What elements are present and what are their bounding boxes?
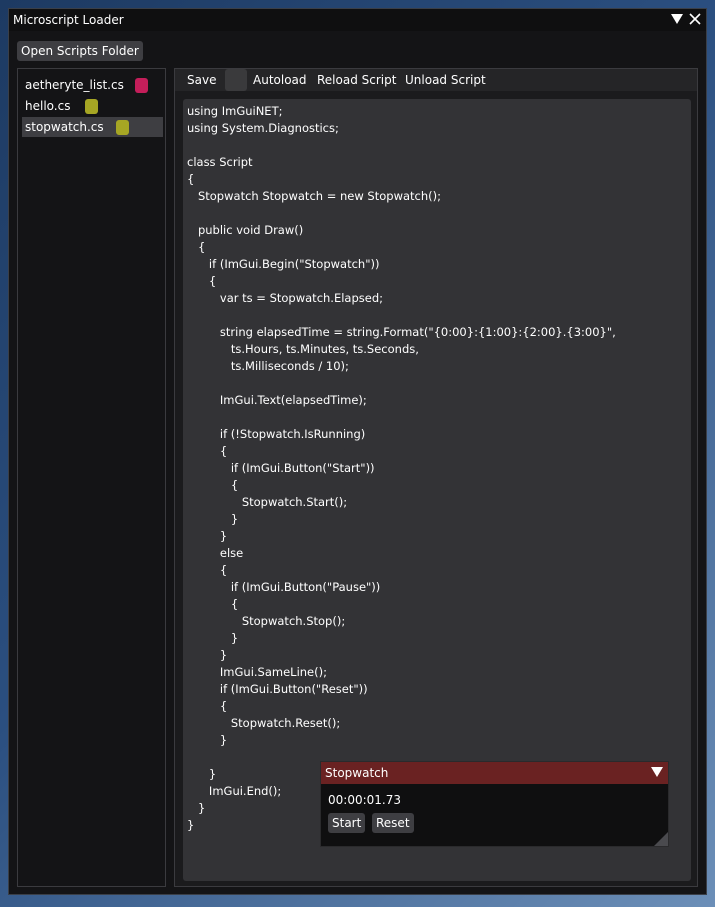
collapse-icon[interactable] (670, 12, 684, 26)
save-button[interactable]: Save (187, 73, 216, 87)
script-status-swatch[interactable] (135, 78, 148, 93)
script-name: hello.cs (25, 99, 71, 113)
collapse-icon[interactable] (650, 765, 664, 779)
scripts-list-panel: aetheryte_list.cs hello.cs stopwatch.cs (17, 68, 166, 887)
script-item-aetheryte-list[interactable]: aetheryte_list.cs (22, 75, 163, 95)
code-text[interactable]: using ImGuiNET; using System.Diagnostics… (187, 103, 616, 834)
stopwatch-title: Stopwatch (325, 766, 389, 780)
unload-script-button[interactable]: Unload Script (405, 73, 486, 87)
script-name: aetheryte_list.cs (25, 78, 124, 92)
reset-button[interactable]: Reset (372, 813, 414, 833)
resize-grip-icon[interactable] (652, 830, 668, 846)
script-item-hello[interactable]: hello.cs (22, 96, 163, 116)
stopwatch-titlebar[interactable]: Stopwatch (321, 762, 668, 784)
start-button[interactable]: Start (328, 813, 366, 833)
window-title: Microscript Loader (13, 13, 124, 27)
open-scripts-folder-button[interactable]: Open Scripts Folder (17, 41, 143, 61)
window-titlebar[interactable]: Microscript Loader (9, 9, 706, 31)
script-name: stopwatch.cs (25, 120, 104, 134)
script-item-stopwatch[interactable]: stopwatch.cs (22, 117, 163, 137)
stopwatch-window: Stopwatch 00:00:01.73 Start Reset (320, 761, 669, 847)
script-status-swatch[interactable] (85, 99, 98, 114)
autoload-label[interactable]: Autoload (253, 73, 307, 87)
autoload-toggle[interactable] (225, 69, 247, 91)
reload-script-button[interactable]: Reload Script (317, 73, 396, 87)
editor-menubar: Save Autoload Reload Script Unload Scrip… (175, 69, 697, 91)
close-icon[interactable] (688, 12, 702, 26)
script-status-swatch[interactable] (116, 120, 129, 135)
elapsed-time: 00:00:01.73 (328, 793, 401, 807)
